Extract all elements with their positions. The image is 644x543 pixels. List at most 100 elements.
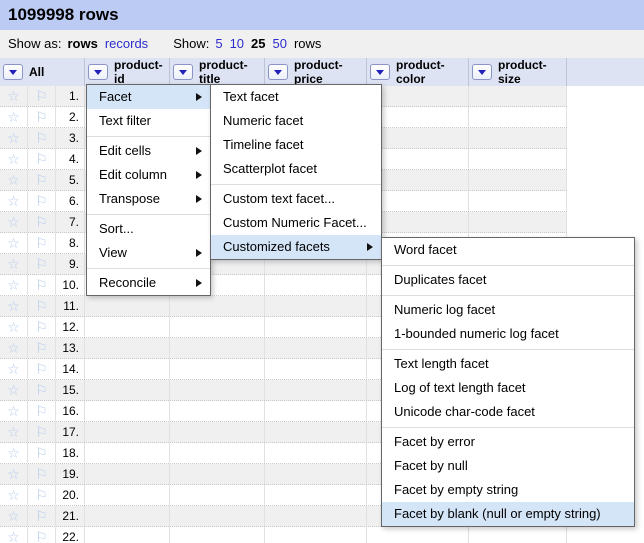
flag-icon[interactable]: ⚐ [28,380,55,400]
star-icon[interactable]: ☆ [0,86,27,106]
menu-item-numeric-facet[interactable]: Numeric facet [211,109,381,133]
menu-item-scatterplot-facet[interactable]: Scatterplot facet [211,157,381,181]
star-cell: ☆ [0,380,28,400]
show-as-option-records[interactable]: records [105,36,148,51]
row-number: 8. [56,233,85,253]
star-icon[interactable]: ☆ [0,170,27,190]
menu-item-unicode-char-code-facet[interactable]: Unicode char-code facet [382,400,634,424]
page-size-option-5[interactable]: 5 [215,36,222,51]
star-icon[interactable]: ☆ [0,422,27,442]
menu-item-text-facet[interactable]: Text facet [211,85,381,109]
flag-icon[interactable]: ⚐ [28,485,55,505]
menu-item-reconcile[interactable]: Reconcile [87,271,210,295]
flag-icon[interactable]: ⚐ [28,506,55,526]
menu-item-facet-by-blank-null-or-empty-string[interactable]: Facet by blank (null or empty string) [382,502,634,526]
flag-icon[interactable]: ⚐ [28,443,55,463]
menu-item-text-filter[interactable]: Text filter [87,109,210,133]
menu-item-1-bounded-numeric-log-facet[interactable]: 1-bounded numeric log facet [382,322,634,346]
row-number: 22. [56,527,85,543]
menu-item-sort[interactable]: Sort... [87,217,210,241]
menu-item-facet-by-null[interactable]: Facet by null [382,454,634,478]
flag-icon[interactable]: ⚐ [28,338,55,358]
menu-item-log-of-text-length-facet[interactable]: Log of text length facet [382,376,634,400]
star-icon[interactable]: ☆ [0,191,27,211]
menu-item-numeric-log-facet[interactable]: Numeric log facet [382,298,634,322]
flag-icon[interactable]: ⚐ [28,212,55,232]
flag-icon[interactable]: ⚐ [28,359,55,379]
star-icon[interactable]: ☆ [0,212,27,232]
show-as-option-rows[interactable]: rows [67,36,97,51]
star-icon[interactable]: ☆ [0,149,27,169]
menu-item-custom-text-facet[interactable]: Custom text facet... [211,187,381,211]
flag-cell: ⚐ [28,254,56,274]
data-cell [170,296,265,316]
flag-icon[interactable]: ⚐ [28,401,55,421]
column-header-product-size: product-size [469,58,567,86]
flag-icon[interactable]: ⚐ [28,296,55,316]
column-header-label: product-size [498,58,547,86]
column-header-product-price: product-price [265,58,367,86]
flag-icon[interactable]: ⚐ [28,464,55,484]
star-icon[interactable]: ☆ [0,443,27,463]
menu-item-timeline-facet[interactable]: Timeline facet [211,133,381,157]
row-number: 19. [56,464,85,484]
star-icon[interactable]: ☆ [0,254,27,274]
menu-item-transpose[interactable]: Transpose [87,187,210,211]
star-icon[interactable]: ☆ [0,317,27,337]
data-cell [367,107,469,127]
flag-icon[interactable]: ⚐ [28,317,55,337]
menu-item-edit-column[interactable]: Edit column [87,163,210,187]
star-icon[interactable]: ☆ [0,275,27,295]
star-icon[interactable]: ☆ [0,338,27,358]
star-icon[interactable]: ☆ [0,527,27,543]
flag-icon[interactable]: ⚐ [28,170,55,190]
menu-item-word-facet[interactable]: Word facet [382,238,634,262]
menu-item-duplicates-facet[interactable]: Duplicates facet [382,268,634,292]
menu-item-edit-cells[interactable]: Edit cells [87,139,210,163]
column-header-product-id: product-id [85,58,170,86]
menu-item-text-length-facet[interactable]: Text length facet [382,352,634,376]
data-cell [85,422,170,442]
menu-item-facet-by-error[interactable]: Facet by error [382,430,634,454]
flag-icon[interactable]: ⚐ [28,191,55,211]
column-menu-button-product-id[interactable] [88,64,108,80]
menu-item-view[interactable]: View [87,241,210,265]
page-size-option-25[interactable]: 25 [251,36,265,51]
page-size-option-10[interactable]: 10 [230,36,244,51]
star-icon[interactable]: ☆ [0,359,27,379]
star-icon[interactable]: ☆ [0,485,27,505]
menu-item-custom-numeric-facet[interactable]: Custom Numeric Facet... [211,211,381,235]
star-icon[interactable]: ☆ [0,464,27,484]
column-menu-button-product-title[interactable] [173,64,193,80]
flag-icon[interactable]: ⚐ [28,254,55,274]
star-icon[interactable]: ☆ [0,506,27,526]
flag-icon[interactable]: ⚐ [28,107,55,127]
row-number: 12. [56,317,85,337]
star-icon[interactable]: ☆ [0,128,27,148]
star-icon[interactable]: ☆ [0,296,27,316]
column-menu-button-product-size[interactable] [472,64,492,80]
flag-icon[interactable]: ⚐ [28,128,55,148]
data-cell [85,443,170,463]
star-icon[interactable]: ☆ [0,107,27,127]
flag-icon[interactable]: ⚐ [28,527,55,543]
menu-item-customized-facets[interactable]: Customized facets [211,235,381,259]
menu-item-facet-by-empty-string[interactable]: Facet by empty string [382,478,634,502]
column-header-product-color: product-color [367,58,469,86]
flag-cell: ⚐ [28,380,56,400]
column-menu-button-product-price[interactable] [268,64,288,80]
star-icon[interactable]: ☆ [0,233,27,253]
flag-icon[interactable]: ⚐ [28,422,55,442]
view-toolbar: Show as: rows records Show: 5 10 25 50 rows [0,30,644,58]
page-size-option-50[interactable]: 50 [273,36,287,51]
flag-icon[interactable]: ⚐ [28,275,55,295]
star-icon[interactable]: ☆ [0,401,27,421]
flag-icon[interactable]: ⚐ [28,233,55,253]
flag-icon[interactable]: ⚐ [28,149,55,169]
flag-icon[interactable]: ⚐ [28,86,55,106]
openrefine-app: 1099998 rows Show as: rows records Show: 5 10… [0,0,644,543]
star-icon[interactable]: ☆ [0,380,27,400]
column-menu-button-all[interactable] [3,64,23,80]
column-menu-button-product-color[interactable] [370,64,390,80]
menu-item-facet[interactable]: Facet [87,85,210,109]
